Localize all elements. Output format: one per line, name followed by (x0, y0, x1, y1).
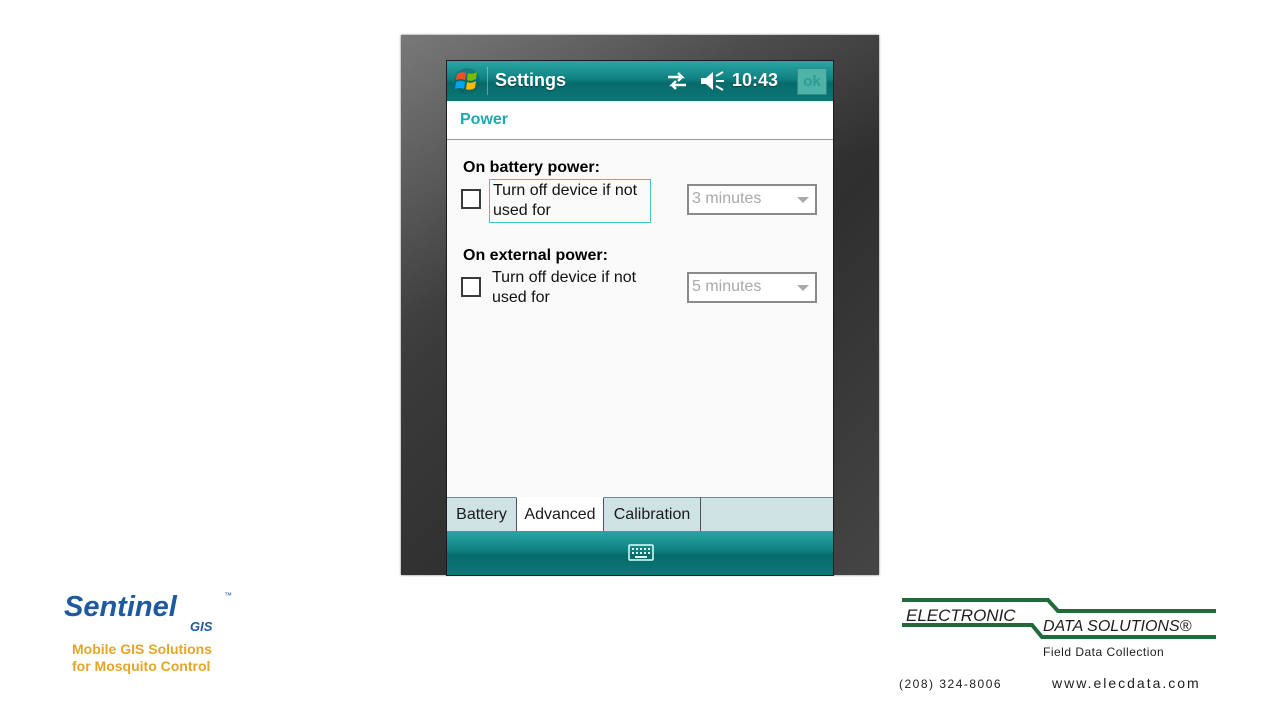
chevron-down-icon (797, 285, 809, 291)
external-timeout-value: 5 minutes (692, 278, 762, 295)
svg-text:Sentinel: Sentinel (64, 591, 178, 623)
battery-turn-off-checkbox[interactable] (461, 189, 481, 209)
electronic-data-solutions-logo: ELECTRONIC DATA SOLUTIONS® (902, 598, 1216, 639)
battery-timeout-value: 3 minutes (692, 190, 762, 207)
phone-number: (208) 324-8006 (899, 677, 1003, 691)
tab-bar: Battery Advanced Calibration (447, 497, 833, 532)
title-bar: Settings 10:43 ok (447, 61, 833, 101)
keyboard-icon[interactable] (628, 544, 654, 561)
title-separator (487, 67, 488, 95)
ok-button[interactable]: ok (797, 68, 827, 95)
external-turn-off-label[interactable]: Turn off device if not used for (489, 267, 651, 309)
svg-text:DATA SOLUTIONS®: DATA SOLUTIONS® (1043, 618, 1192, 635)
sentinel-tagline-2: for Mosquito Control (72, 658, 211, 674)
website-link[interactable]: www.elecdata.com (1052, 675, 1201, 691)
tab-battery[interactable]: Battery (447, 497, 517, 531)
softkey-bar (447, 531, 833, 575)
battery-power-heading: On battery power: (463, 159, 600, 176)
external-power-heading: On external power: (463, 247, 608, 264)
tab-advanced[interactable]: Advanced (516, 497, 604, 531)
external-turn-off-checkbox[interactable] (461, 277, 481, 297)
eds-subtitle: Field Data Collection (1043, 645, 1165, 659)
power-settings-panel: On battery power: Turn off device if not… (447, 140, 833, 497)
svg-text:™: ™ (224, 591, 232, 600)
sentinel-tagline-1: Mobile GIS Solutions (72, 641, 212, 657)
page-header: Power (447, 101, 833, 140)
app-title: Settings (495, 70, 567, 90)
tab-calibration[interactable]: Calibration (604, 497, 701, 531)
external-timeout-dropdown[interactable]: 5 minutes (687, 272, 817, 303)
windows-start-icon[interactable] (452, 67, 482, 95)
sentinel-gis-logo: Sentinel ™ GIS (64, 591, 232, 634)
connectivity-icon[interactable] (665, 72, 689, 90)
battery-turn-off-label[interactable]: Turn off device if not used for (489, 179, 651, 223)
svg-text:GIS: GIS (190, 619, 213, 634)
page-title: Power (460, 111, 509, 128)
volume-muted-icon[interactable] (699, 70, 725, 92)
device-screen: Settings 10:43 ok Power On battery power… (446, 60, 834, 576)
clock: 10:43 (732, 70, 779, 90)
chevron-down-icon (797, 197, 809, 203)
battery-timeout-dropdown[interactable]: 3 minutes (687, 184, 817, 215)
svg-text:ELECTRONIC: ELECTRONIC (906, 606, 1016, 625)
